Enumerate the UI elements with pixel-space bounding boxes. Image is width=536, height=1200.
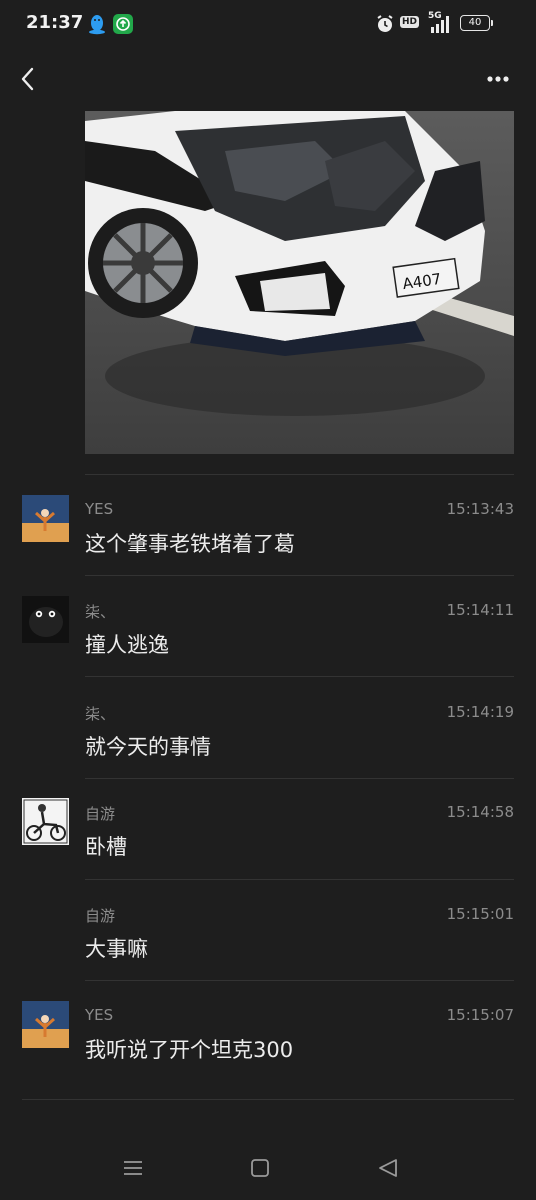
message-sender: 自游 <box>85 805 116 823</box>
home-square-icon <box>251 1159 269 1177</box>
divider <box>85 879 514 880</box>
avatar-qi[interactable] <box>22 596 69 643</box>
message-item[interactable]: 柒、 15:14:19 就今天的事情 <box>0 698 536 798</box>
crashed-car-photo[interactable]: A407 <box>85 111 514 454</box>
status-bar: 21:37 HD 5G 40 <box>0 0 536 48</box>
message-text: 撞人逃逸 <box>85 633 169 657</box>
message-sender: 自游 <box>85 907 116 925</box>
divider <box>85 474 514 475</box>
message-time: 15:15:07 <box>446 1006 514 1024</box>
message-time: 15:14:11 <box>446 601 514 619</box>
message-text: 我听说了开个坦克300 <box>85 1038 294 1062</box>
message-text: 这个肇事老铁堵着了葛 <box>85 532 295 556</box>
avatar-yes[interactable] <box>22 1001 69 1048</box>
menu-icon <box>124 1161 142 1175</box>
more-button[interactable] <box>476 64 520 94</box>
back-button[interactable] <box>10 60 44 96</box>
message-sender: YES <box>85 1006 114 1024</box>
avatar-image <box>22 596 69 643</box>
message-sender: 柒、 <box>85 705 116 723</box>
message-time: 15:13:43 <box>446 500 514 518</box>
signal-icon <box>431 16 449 33</box>
message-sender: 柒、 <box>85 603 116 621</box>
system-back-button[interactable] <box>374 1154 402 1182</box>
avatar-image <box>22 798 69 845</box>
update-icon <box>113 14 133 34</box>
avatar-yes[interactable] <box>22 495 69 542</box>
car-photo-image: A407 <box>85 111 514 454</box>
message-time: 15:14:19 <box>446 703 514 721</box>
avatar-image <box>22 495 69 542</box>
recent-apps-button[interactable] <box>119 1154 147 1182</box>
home-button[interactable] <box>246 1154 274 1182</box>
message-sender: YES <box>85 500 114 518</box>
divider <box>22 1099 514 1100</box>
message-item[interactable]: 自游 15:15:01 大事嘛 <box>0 900 536 1000</box>
message-item[interactable]: YES 15:15:07 我听说了开个坦克300 <box>0 1001 536 1101</box>
divider <box>85 676 514 677</box>
chevron-left-icon <box>21 67 34 91</box>
battery-icon: 40 <box>460 15 490 31</box>
message-text: 卧槽 <box>85 835 127 859</box>
message-item[interactable]: YES 15:13:43 这个肇事老铁堵着了葛 <box>0 495 536 595</box>
qq-penguin-icon <box>89 15 105 35</box>
divider <box>85 980 514 981</box>
avatar-ziyou[interactable] <box>22 798 69 845</box>
chat-header <box>0 48 536 108</box>
battery-level: 40 <box>468 17 482 28</box>
avatar-image <box>22 1001 69 1048</box>
system-nav-bar <box>0 1140 536 1200</box>
more-dots-icon <box>487 76 509 82</box>
alarm-icon <box>377 15 393 32</box>
battery-cap <box>491 20 493 26</box>
message-item[interactable]: 柒、 15:14:11 撞人逃逸 <box>0 596 536 696</box>
message-item[interactable]: 自游 15:14:58 卧槽 <box>0 798 536 898</box>
message-text: 就今天的事情 <box>85 735 211 759</box>
hd-badge: HD <box>400 16 420 28</box>
divider <box>85 575 514 576</box>
message-time: 15:15:01 <box>446 905 514 923</box>
message-time: 15:14:58 <box>446 803 514 821</box>
status-time: 21:37 <box>26 12 84 33</box>
divider <box>85 778 514 779</box>
back-triangle-icon <box>379 1159 397 1177</box>
message-text: 大事嘛 <box>85 937 148 961</box>
